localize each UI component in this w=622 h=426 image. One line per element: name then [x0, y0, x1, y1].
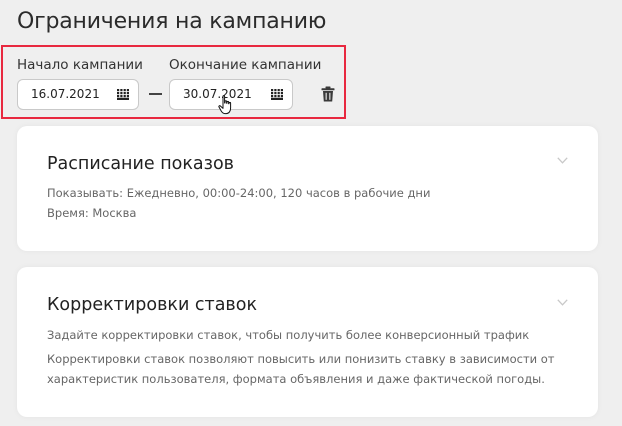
start-date-value: 16.07.2021: [31, 87, 100, 101]
bid-adjustments-desc-3: характеристик пользователя, формата объя…: [47, 372, 545, 386]
calendar-icon[interactable]: [117, 89, 129, 100]
start-date-input[interactable]: 16.07.2021: [17, 79, 139, 110]
schedule-title: Расписание показов: [47, 154, 234, 174]
page-title: Ограничения на кампанию: [17, 9, 327, 34]
bid-adjustments-desc-1: Задайте корректировки ставок, чтобы полу…: [47, 328, 530, 342]
date-range-dash: [149, 93, 162, 95]
start-date-label: Начало кампании: [17, 57, 143, 73]
schedule-show-text: Показывать: Ежедневно, 00:00-24:00, 120 …: [47, 186, 431, 200]
bid-adjustments-desc-2: Корректировки ставок позволяют повысить …: [47, 352, 555, 366]
campaign-dates-block: Начало кампании 16.07.2021 Окончание кам…: [1, 45, 346, 119]
bid-adjustments-title: Корректировки ставок: [47, 295, 258, 315]
calendar-icon[interactable]: [271, 89, 283, 100]
trash-icon[interactable]: [321, 86, 335, 102]
chevron-down-icon[interactable]: [557, 157, 568, 164]
bid-adjustments-card[interactable]: Корректировки ставок Задайте корректиров…: [17, 267, 598, 417]
hand-cursor-icon: [218, 95, 232, 115]
end-date-label: Окончание кампании: [169, 57, 322, 73]
chevron-down-icon[interactable]: [557, 299, 568, 306]
schedule-card[interactable]: Расписание показов Показывать: Ежедневно…: [17, 126, 598, 251]
schedule-timezone-text: Время: Москва: [47, 206, 137, 220]
